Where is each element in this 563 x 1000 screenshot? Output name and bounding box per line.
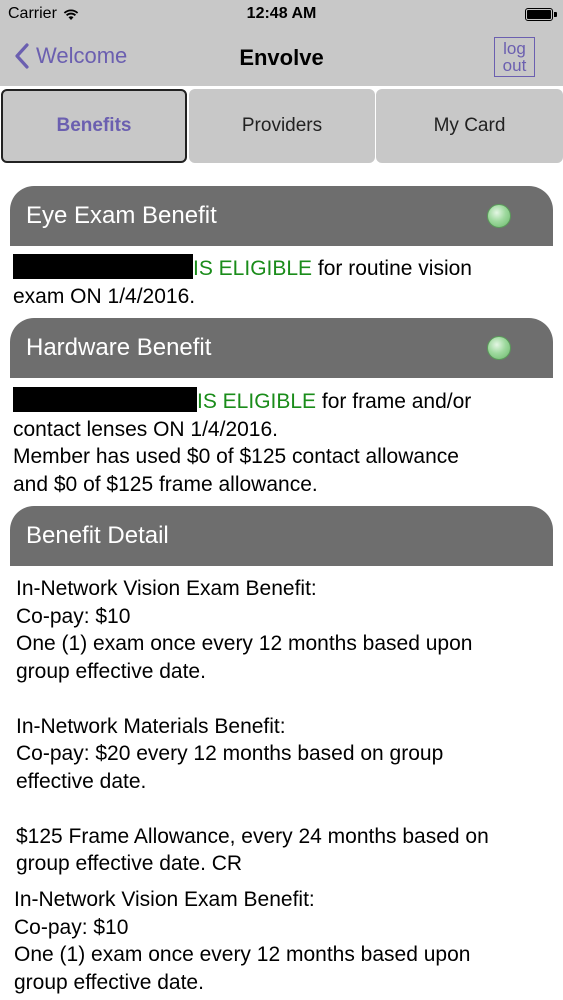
logout-label-line1: log: [503, 39, 526, 58]
detail-line: group effective date.: [16, 659, 206, 683]
eye-exam-text-line1: for routine vision: [312, 257, 472, 280]
benefit-detail-title: Benefit Detail: [26, 522, 169, 549]
hardware-text: IS ELIGIBLE for frame and/or contact len…: [13, 387, 553, 498]
redacted-member-name: [13, 387, 197, 412]
eye-exam-text: IS ELIGIBLE for routine vision exam ON 1…: [13, 254, 553, 310]
tab-bar: Benefits Providers My Card: [0, 86, 563, 166]
detail-line: [16, 685, 556, 713]
eligibility-status: IS ELIGIBLE: [193, 257, 313, 280]
detail-line: [16, 795, 556, 823]
page-title: Envolve: [239, 45, 324, 70]
detail-line: In-Network Vision Exam Benefit:: [16, 577, 317, 600]
detail-line: group effective date. CR: [16, 852, 243, 875]
tab-my-card[interactable]: My Card: [376, 89, 563, 163]
detail-line: Co-pay: $10: [16, 604, 131, 628]
navigation-bar: Welcome Envolve log out: [0, 28, 563, 86]
detail-line: One (1) exam once every 12 months based …: [14, 943, 471, 966]
detail-line: In-Network Materials Benefit:: [16, 714, 286, 738]
detail-line: $125 Frame Allowance, every 24 months ba…: [16, 824, 489, 848]
detail-line: One (1) exam once every 12 months based …: [16, 632, 473, 655]
benefit-detail-header: Benefit Detail: [10, 506, 553, 566]
benefit-detail-text-repeat: In-Network Vision Exam Benefit: Co-pay: …: [14, 886, 554, 996]
eye-exam-header: Eye Exam Benefit: [10, 186, 553, 246]
detail-line: In-Network Vision Exam Benefit:: [14, 888, 315, 911]
redacted-member-name: [13, 254, 193, 279]
hardware-text-line1: for frame and/or: [316, 390, 472, 413]
clock: 12:48 AM: [246, 5, 317, 22]
hardware-header: Hardware Benefit: [10, 318, 553, 378]
eye-exam-text-line2: exam ON 1/4/2016.: [13, 284, 196, 308]
eligibility-status-icon: [487, 336, 511, 360]
detail-line: Co-pay: $20 every 12 months based on gro…: [16, 742, 444, 765]
tab-providers[interactable]: Providers: [189, 89, 375, 163]
logout-label-line2: out: [502, 56, 527, 75]
detail-line: effective date.: [16, 769, 147, 793]
eligibility-status-icon: [487, 204, 511, 228]
detail-line: Co-pay: $10: [14, 915, 129, 939]
battery-icon: [525, 8, 557, 21]
eye-exam-title: Eye Exam Benefit: [26, 202, 217, 229]
logout-button[interactable]: log out: [494, 37, 535, 77]
tab-benefits[interactable]: Benefits: [1, 89, 187, 163]
eligibility-status: IS ELIGIBLE: [197, 390, 317, 413]
hardware-text-line3: Member has used $0 of $125 contact allow…: [13, 445, 459, 468]
status-bar: Carrier 12:48 AM: [0, 0, 563, 28]
benefit-detail-text: In-Network Vision Exam Benefit: Co-pay: …: [16, 575, 556, 878]
hardware-text-line4: and $0 of $125 frame allowance.: [13, 472, 318, 496]
hardware-title: Hardware Benefit: [26, 334, 212, 361]
hardware-text-line2: contact lenses ON 1/4/2016.: [13, 417, 278, 441]
detail-line: group effective date.: [14, 970, 204, 994]
